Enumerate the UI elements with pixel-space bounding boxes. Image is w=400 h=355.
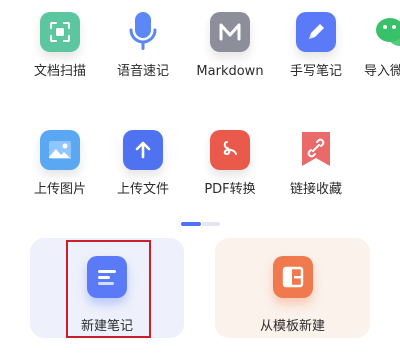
grid-item-pdf-convert[interactable]: PDF转换 xyxy=(190,130,270,198)
from-template-label: 从模板新建 xyxy=(259,319,325,334)
wechat-icon xyxy=(372,12,400,52)
link-bookmark-icon xyxy=(296,130,336,170)
grid-label-upload-image: 上传图片 xyxy=(33,182,86,197)
page-indicator-active xyxy=(181,222,201,226)
page-indicator-inactive xyxy=(202,222,220,226)
grid-label-pdf-convert: PDF转换 xyxy=(204,182,256,197)
template-icon xyxy=(273,256,313,298)
from-template-card[interactable]: 从模板新建 xyxy=(215,238,370,338)
grid-label-voice: 语音速记 xyxy=(116,64,169,79)
grid-label-wechat-import: 导入微 xyxy=(364,64,400,79)
grid-label-handwrite: 手写笔记 xyxy=(289,64,342,79)
selection-highlight xyxy=(66,240,151,338)
grid-item-wechat-import[interactable]: 导入微 xyxy=(346,12,400,80)
microphone-icon xyxy=(123,12,163,52)
pencil-icon xyxy=(296,12,336,52)
grid-label-scan: 文档扫描 xyxy=(33,64,86,79)
grid-item-markdown[interactable]: Markdown xyxy=(190,12,270,80)
upload-arrow-icon xyxy=(123,130,163,170)
grid-item-upload-image[interactable]: 上传图片 xyxy=(20,130,100,198)
grid-label-upload-file: 上传文件 xyxy=(116,182,169,197)
image-icon xyxy=(40,130,80,170)
grid-item-upload-file[interactable]: 上传文件 xyxy=(103,130,183,198)
markdown-m-icon xyxy=(210,12,250,52)
grid-label-markdown: Markdown xyxy=(196,64,264,79)
scan-document-icon xyxy=(40,12,80,52)
grid-item-handwrite[interactable]: 手写笔记 xyxy=(276,12,356,80)
grid-item-voice[interactable]: 语音速记 xyxy=(103,12,183,80)
grid-item-link-bookmark[interactable]: 链接收藏 xyxy=(276,130,356,198)
grid-item-scan[interactable]: 文档扫描 xyxy=(20,12,100,80)
pdf-icon xyxy=(210,130,250,170)
grid-label-link-bookmark: 链接收藏 xyxy=(289,182,342,197)
